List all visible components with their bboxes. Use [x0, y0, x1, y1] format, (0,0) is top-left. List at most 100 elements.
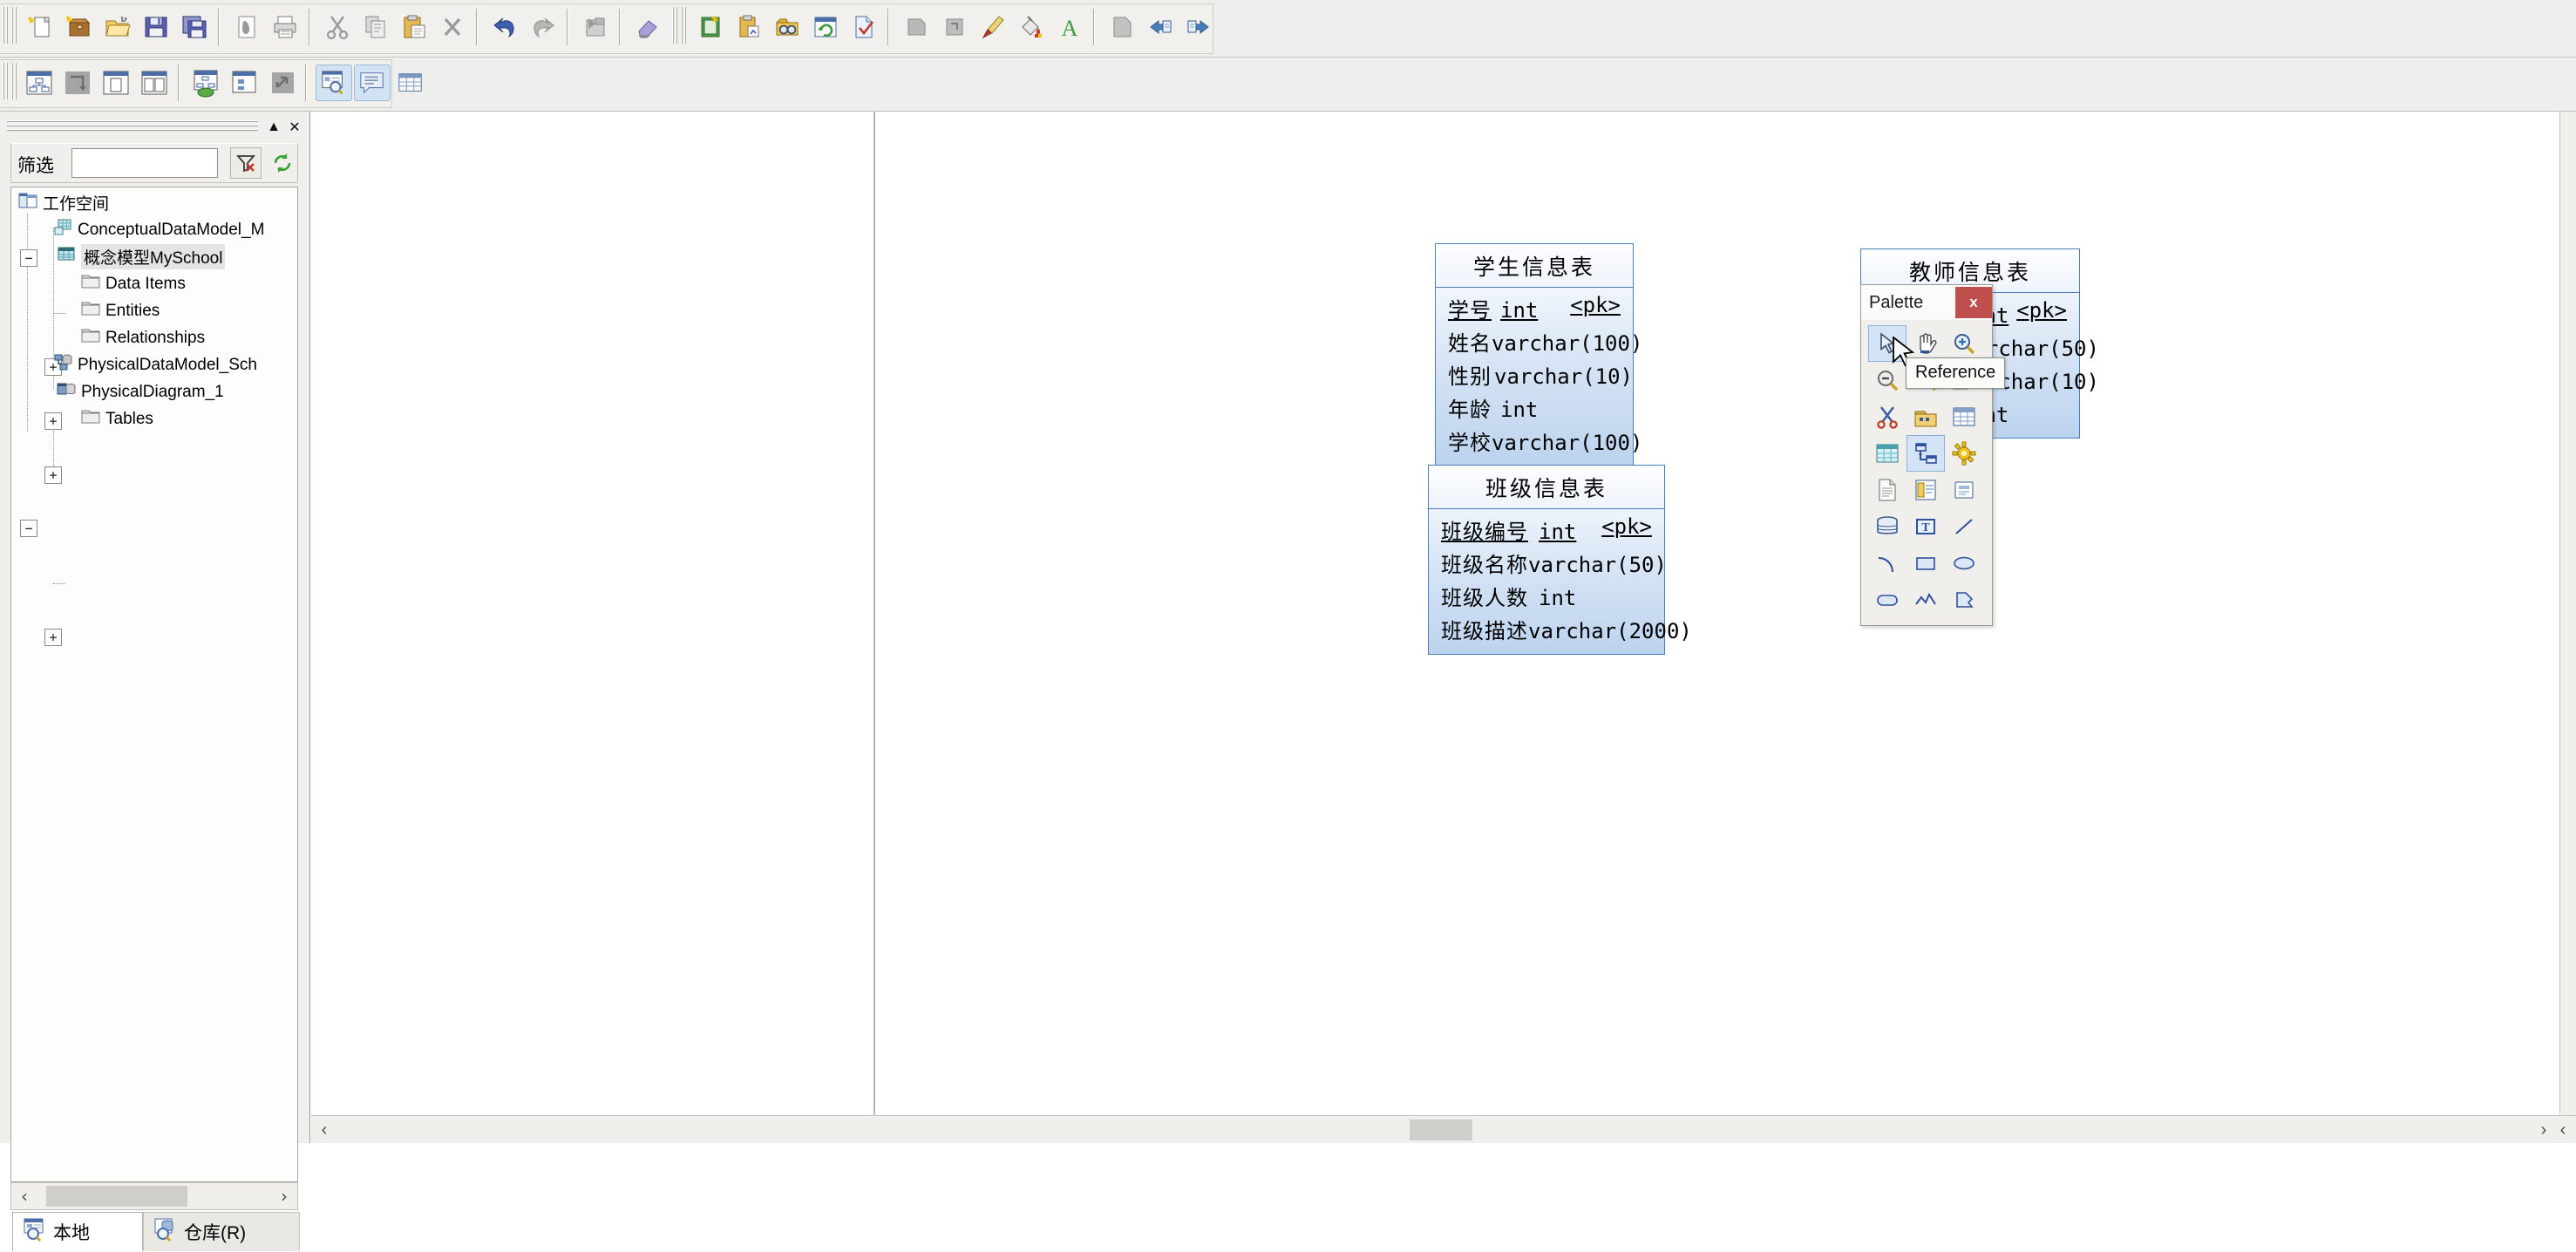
generate-model-icon[interactable]	[188, 65, 225, 101]
redo-icon[interactable]	[525, 9, 561, 45]
polygon-tool-icon[interactable]	[1945, 582, 1983, 618]
tree-expander[interactable]: +	[44, 629, 62, 646]
new-model-icon[interactable]	[23, 9, 59, 45]
save-icon[interactable]	[138, 9, 174, 45]
toolbar-grip[interactable]	[10, 7, 18, 44]
result-list-icon[interactable]	[392, 65, 429, 101]
scissors-tool-icon[interactable]	[1868, 398, 1907, 435]
line-tool-icon[interactable]	[1945, 508, 1983, 545]
format-brush-icon[interactable]	[975, 9, 1011, 45]
view-tool-icon[interactable]	[1868, 435, 1907, 472]
export-icon[interactable]	[577, 9, 614, 45]
reference-tool-icon[interactable]	[1907, 435, 1945, 472]
refresh-window-icon[interactable]	[807, 9, 844, 45]
canvas-horizontal-scrollbar[interactable]: ‹ › ‹	[311, 1115, 2576, 1143]
find-icon[interactable]	[769, 9, 805, 45]
cut-icon[interactable]	[319, 9, 356, 45]
page-icon[interactable]	[1104, 9, 1140, 45]
rectangle-tool-icon[interactable]	[1907, 545, 1945, 582]
ellipse-tool-icon[interactable]	[1945, 545, 1983, 582]
file-tool-icon[interactable]	[1868, 472, 1907, 508]
tree-item-tables[interactable]: + Tables	[11, 405, 153, 646]
open-folder-icon[interactable]	[99, 9, 136, 45]
object-browser-tree[interactable]: 工作空间 − ConceptualDataModel_M 概念模型MySchoo…	[10, 187, 298, 1182]
auto-layout-icon[interactable]	[59, 65, 96, 101]
output-toggle-icon[interactable]	[354, 65, 391, 101]
tree-item-data-items[interactable]: + Data Items	[11, 270, 186, 376]
font-color-icon[interactable]: A	[1051, 9, 1088, 45]
scroll-left-arrow[interactable]: ‹	[11, 1183, 37, 1209]
browser-toggle-icon[interactable]	[316, 65, 352, 101]
panel-close-button[interactable]: ✕	[284, 117, 305, 138]
link-diagram-icon[interactable]	[265, 65, 302, 101]
table-tool-icon[interactable]	[1945, 398, 1983, 435]
tree-item-conceptual-diagram[interactable]: 概念模型MySchool	[11, 243, 226, 314]
reverse-engineer-icon[interactable]	[227, 65, 263, 101]
toolbar-grip[interactable]	[2, 7, 10, 44]
tree-item-workspace[interactable]: 工作空间	[11, 189, 109, 216]
diagram-view-icon[interactable]	[21, 65, 58, 101]
new-diagram-icon[interactable]	[692, 9, 729, 45]
scroll-left-arrow[interactable]: ‹	[311, 1117, 337, 1143]
check-model-icon[interactable]	[846, 9, 882, 45]
toolbar-grip[interactable]	[2, 63, 10, 99]
close-icon[interactable]: x	[1955, 287, 1992, 318]
tab-local[interactable]: 本地	[12, 1212, 143, 1251]
eraser-icon[interactable]	[629, 9, 666, 45]
palette-panel[interactable]: Palette x T	[1860, 284, 1993, 626]
procedure-tool-icon[interactable]	[1945, 435, 1983, 472]
zoom-in-tool-icon[interactable]	[1945, 325, 1983, 362]
tree-item-relationships[interactable]: + Relationships	[11, 324, 205, 484]
tree-expander[interactable]: −	[20, 520, 37, 537]
properties-icon[interactable]	[731, 9, 767, 45]
panel-collapse-arrow[interactable]: ‹	[2550, 1117, 2576, 1143]
scroll-thumb[interactable]	[1410, 1119, 1472, 1140]
undo-icon[interactable]	[486, 9, 523, 45]
filter-clear-icon[interactable]	[230, 147, 262, 179]
previous-icon[interactable]	[1142, 9, 1179, 45]
toolbar-grip[interactable]	[10, 63, 18, 99]
diagram-canvas[interactable]: 学生信息表 学号 int <pk> 姓名 varchar(100) 性别 var…	[877, 112, 2576, 1115]
text-tool-icon[interactable]: T	[1907, 508, 1945, 545]
title-tool-icon[interactable]	[1945, 472, 1983, 508]
new-page-icon[interactable]	[98, 65, 134, 101]
fill-shape-icon[interactable]	[898, 9, 935, 45]
next-icon[interactable]	[1180, 9, 1217, 45]
copy-icon[interactable]	[357, 9, 394, 45]
tile-windows-icon[interactable]	[136, 65, 173, 101]
tab-repository[interactable]: 仓库(R)	[143, 1212, 300, 1251]
pan-hand-tool-icon[interactable]	[1907, 325, 1945, 362]
class-entity[interactable]: 班级信息表 班级编号 int <pk> 班级名称 varchar(50) 班级人…	[1428, 465, 1692, 655]
tree-item-physical-diagram[interactable]: PhysicalDiagram_1	[11, 378, 224, 584]
arc-tool-icon[interactable]	[1868, 545, 1907, 582]
scroll-thumb[interactable]	[46, 1186, 187, 1207]
panel-drag-grip[interactable]	[7, 120, 258, 131]
new-package-icon[interactable]	[61, 9, 98, 45]
zoom-out-tool-icon[interactable]	[1868, 362, 1907, 398]
shape-style-icon[interactable]	[936, 9, 973, 45]
filter-input[interactable]	[71, 148, 218, 178]
toolbar-grip[interactable]	[680, 7, 688, 44]
package-tool-icon[interactable]	[1907, 398, 1945, 435]
toolbar-grip[interactable]	[671, 7, 679, 44]
print-icon[interactable]	[267, 9, 303, 45]
tree-item-conceptual-model[interactable]: − ConceptualDataModel_M	[11, 216, 264, 267]
pointer-tool-icon[interactable]	[1868, 325, 1907, 362]
panel-collapse-button[interactable]: ▲	[263, 117, 284, 138]
refresh-icon[interactable]	[267, 147, 298, 179]
right-edge-scrollbar[interactable]	[2559, 112, 2576, 1115]
fill-color-icon[interactable]	[1013, 9, 1050, 45]
rounded-rect-tool-icon[interactable]	[1868, 582, 1907, 618]
delete-icon[interactable]	[434, 9, 471, 45]
browser-horizontal-scrollbar[interactable]: ‹ ›	[10, 1182, 298, 1210]
save-all-icon[interactable]	[176, 9, 213, 45]
paste-icon[interactable]	[396, 9, 432, 45]
tree-item-entities[interactable]: + Entities	[11, 297, 160, 430]
scroll-right-arrow[interactable]: ›	[271, 1183, 297, 1209]
polyline-tool-icon[interactable]	[1907, 582, 1945, 618]
student-entity[interactable]: 学生信息表 学号 int <pk> 姓名 varchar(100) 性别 var…	[1435, 243, 1642, 466]
print-preview-icon[interactable]	[228, 9, 265, 45]
tree-item-physical-model[interactable]: − PhysicalDataModel_Sch	[11, 351, 257, 537]
tree-expander[interactable]: +	[44, 466, 62, 484]
database-tool-icon[interactable]	[1868, 508, 1907, 545]
